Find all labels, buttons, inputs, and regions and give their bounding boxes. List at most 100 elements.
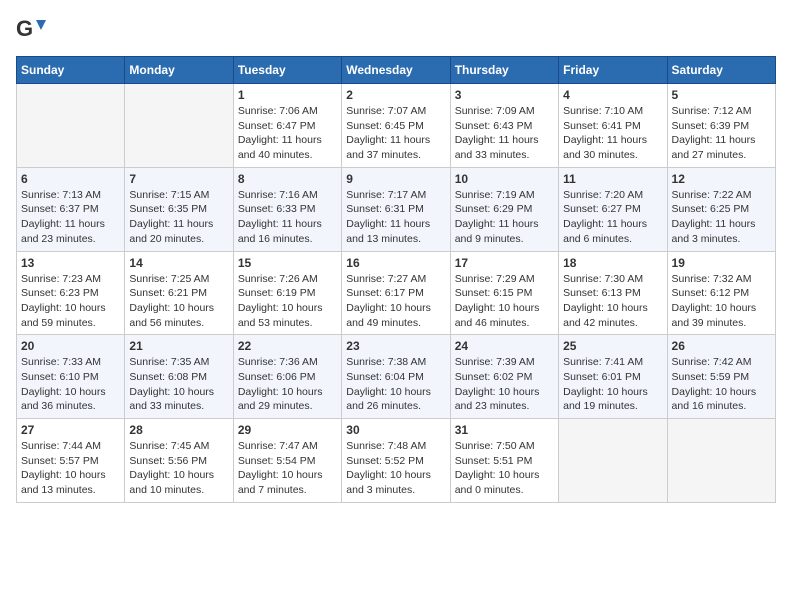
- calendar-cell: 31 Sunrise: 7:50 AMSunset: 5:51 PMDayligh…: [450, 419, 558, 503]
- day-number: 5: [672, 88, 771, 102]
- day-number: 16: [346, 256, 445, 270]
- day-number: 18: [563, 256, 662, 270]
- calendar-cell: [559, 419, 667, 503]
- day-detail: Sunrise: 7:30 AMSunset: 6:13 PMDaylight:…: [563, 272, 662, 331]
- calendar-cell: 15Sunrise: 7:26 AMSunset: 6:19 PMDayligh…: [233, 251, 341, 335]
- calendar-cell: 2 Sunrise: 7:07 AMSunset: 6:45 PMDaylight…: [342, 84, 450, 168]
- day-number: 2: [346, 88, 445, 102]
- day-number: 7: [129, 172, 228, 186]
- day-detail: Sunrise: 7:23 AMSunset: 6:23 PMDaylight:…: [21, 272, 120, 331]
- calendar-cell: 17 Sunrise: 7:29 AMSunset: 6:15 PMDayligh…: [450, 251, 558, 335]
- day-detail: Sunrise: 7:09 AMSunset: 6:43 PMDaylight:…: [455, 104, 554, 163]
- day-number: 13: [21, 256, 120, 270]
- calendar-cell: 16 Sunrise: 7:27 AMSunset: 6:17 PMDayligh…: [342, 251, 450, 335]
- day-number: 29: [238, 423, 337, 437]
- day-detail: Sunrise: 7:48 AMSunset: 5:52 PMDaylight:…: [346, 439, 445, 498]
- day-detail: Sunrise: 7:06 AMSunset: 6:47 PMDaylight:…: [238, 104, 337, 163]
- day-number: 22: [238, 339, 337, 353]
- calendar-cell: 14 Sunrise: 7:25 AMSunset: 6:21 PMDayligh…: [125, 251, 233, 335]
- day-number: 9: [346, 172, 445, 186]
- calendar-cell: 1 Sunrise: 7:06 AMSunset: 6:47 PMDaylight…: [233, 84, 341, 168]
- day-detail: Sunrise: 7:25 AMSunset: 6:21 PMDaylight:…: [129, 272, 228, 331]
- calendar-week-row: 13 Sunrise: 7:23 AMSunset: 6:23 PMDayligh…: [17, 251, 776, 335]
- day-number: 6: [21, 172, 120, 186]
- day-number: 4: [563, 88, 662, 102]
- calendar-cell: 27 Sunrise: 7:44 AMSunset: 5:57 PMDayligh…: [17, 419, 125, 503]
- calendar-cell: 9 Sunrise: 7:17 AMSunset: 6:31 PMDaylight…: [342, 167, 450, 251]
- calendar-cell: 20Sunrise: 7:33 AMSunset: 6:10 PMDayligh…: [17, 335, 125, 419]
- day-number: 28: [129, 423, 228, 437]
- day-detail: Sunrise: 7:27 AMSunset: 6:17 PMDaylight:…: [346, 272, 445, 331]
- day-number: 23: [346, 339, 445, 353]
- calendar-cell: 3 Sunrise: 7:09 AMSunset: 6:43 PMDaylight…: [450, 84, 558, 168]
- day-number: 8: [238, 172, 337, 186]
- day-detail: Sunrise: 7:38 AMSunset: 6:04 PMDaylight:…: [346, 355, 445, 414]
- page-header: G: [16, 16, 776, 46]
- calendar-week-row: 20Sunrise: 7:33 AMSunset: 6:10 PMDayligh…: [17, 335, 776, 419]
- calendar-cell: [667, 419, 775, 503]
- weekday-header: Friday: [559, 57, 667, 84]
- calendar-cell: 13 Sunrise: 7:23 AMSunset: 6:23 PMDayligh…: [17, 251, 125, 335]
- day-number: 14: [129, 256, 228, 270]
- weekday-header: Thursday: [450, 57, 558, 84]
- calendar-cell: 7 Sunrise: 7:15 AMSunset: 6:35 PMDaylight…: [125, 167, 233, 251]
- day-number: 3: [455, 88, 554, 102]
- day-number: 1: [238, 88, 337, 102]
- calendar-cell: 28 Sunrise: 7:45 AMSunset: 5:56 PMDayligh…: [125, 419, 233, 503]
- calendar-cell: 30 Sunrise: 7:48 AMSunset: 5:52 PMDayligh…: [342, 419, 450, 503]
- day-detail: Sunrise: 7:17 AMSunset: 6:31 PMDaylight:…: [346, 188, 445, 247]
- day-detail: Sunrise: 7:36 AMSunset: 6:06 PMDaylight:…: [238, 355, 337, 414]
- day-number: 12: [672, 172, 771, 186]
- day-number: 25: [563, 339, 662, 353]
- day-detail: Sunrise: 7:35 AMSunset: 6:08 PMDaylight:…: [129, 355, 228, 414]
- day-number: 27: [21, 423, 120, 437]
- day-detail: Sunrise: 7:13 AMSunset: 6:37 PMDaylight:…: [21, 188, 120, 247]
- day-detail: Sunrise: 7:50 AMSunset: 5:51 PMDaylight:…: [455, 439, 554, 498]
- day-detail: Sunrise: 7:47 AMSunset: 5:54 PMDaylight:…: [238, 439, 337, 498]
- day-number: 31: [455, 423, 554, 437]
- day-detail: Sunrise: 7:44 AMSunset: 5:57 PMDaylight:…: [21, 439, 120, 498]
- calendar-week-row: 27 Sunrise: 7:44 AMSunset: 5:57 PMDayligh…: [17, 419, 776, 503]
- calendar-cell: 19 Sunrise: 7:32 AMSunset: 6:12 PMDayligh…: [667, 251, 775, 335]
- calendar-cell: 23 Sunrise: 7:38 AMSunset: 6:04 PMDayligh…: [342, 335, 450, 419]
- calendar-cell: 22 Sunrise: 7:36 AMSunset: 6:06 PMDayligh…: [233, 335, 341, 419]
- weekday-header: Tuesday: [233, 57, 341, 84]
- calendar-cell: 29 Sunrise: 7:47 AMSunset: 5:54 PMDayligh…: [233, 419, 341, 503]
- day-number: 19: [672, 256, 771, 270]
- day-detail: Sunrise: 7:15 AMSunset: 6:35 PMDaylight:…: [129, 188, 228, 247]
- calendar-cell: 25 Sunrise: 7:41 AMSunset: 6:01 PMDayligh…: [559, 335, 667, 419]
- calendar-cell: 6 Sunrise: 7:13 AMSunset: 6:37 PMDaylight…: [17, 167, 125, 251]
- calendar-week-row: 1 Sunrise: 7:06 AMSunset: 6:47 PMDaylight…: [17, 84, 776, 168]
- day-detail: Sunrise: 7:12 AMSunset: 6:39 PMDaylight:…: [672, 104, 771, 163]
- weekday-header: Saturday: [667, 57, 775, 84]
- day-detail: Sunrise: 7:07 AMSunset: 6:45 PMDaylight:…: [346, 104, 445, 163]
- calendar-cell: 10Sunrise: 7:19 AMSunset: 6:29 PMDayligh…: [450, 167, 558, 251]
- day-detail: Sunrise: 7:39 AMSunset: 6:02 PMDaylight:…: [455, 355, 554, 414]
- day-number: 21: [129, 339, 228, 353]
- calendar-cell: 24 Sunrise: 7:39 AMSunset: 6:02 PMDayligh…: [450, 335, 558, 419]
- day-detail: Sunrise: 7:41 AMSunset: 6:01 PMDaylight:…: [563, 355, 662, 414]
- day-number: 15: [238, 256, 337, 270]
- day-number: 24: [455, 339, 554, 353]
- day-detail: Sunrise: 7:42 AMSunset: 5:59 PMDaylight:…: [672, 355, 771, 414]
- day-detail: Sunrise: 7:22 AMSunset: 6:25 PMDaylight:…: [672, 188, 771, 247]
- day-detail: Sunrise: 7:32 AMSunset: 6:12 PMDaylight:…: [672, 272, 771, 331]
- calendar-week-row: 6 Sunrise: 7:13 AMSunset: 6:37 PMDaylight…: [17, 167, 776, 251]
- day-detail: Sunrise: 7:16 AMSunset: 6:33 PMDaylight:…: [238, 188, 337, 247]
- svg-text:G: G: [16, 16, 33, 41]
- day-number: 17: [455, 256, 554, 270]
- day-detail: Sunrise: 7:45 AMSunset: 5:56 PMDaylight:…: [129, 439, 228, 498]
- day-detail: Sunrise: 7:29 AMSunset: 6:15 PMDaylight:…: [455, 272, 554, 331]
- calendar-cell: [17, 84, 125, 168]
- calendar-cell: 5 Sunrise: 7:12 AMSunset: 6:39 PMDaylight…: [667, 84, 775, 168]
- logo: G: [16, 16, 48, 46]
- day-number: 11: [563, 172, 662, 186]
- calendar-cell: 12 Sunrise: 7:22 AMSunset: 6:25 PMDayligh…: [667, 167, 775, 251]
- calendar-cell: 11 Sunrise: 7:20 AMSunset: 6:27 PMDayligh…: [559, 167, 667, 251]
- calendar-cell: 21 Sunrise: 7:35 AMSunset: 6:08 PMDayligh…: [125, 335, 233, 419]
- calendar-cell: 26 Sunrise: 7:42 AMSunset: 5:59 PMDayligh…: [667, 335, 775, 419]
- day-detail: Sunrise: 7:20 AMSunset: 6:27 PMDaylight:…: [563, 188, 662, 247]
- day-number: 26: [672, 339, 771, 353]
- weekday-header: Monday: [125, 57, 233, 84]
- day-number: 30: [346, 423, 445, 437]
